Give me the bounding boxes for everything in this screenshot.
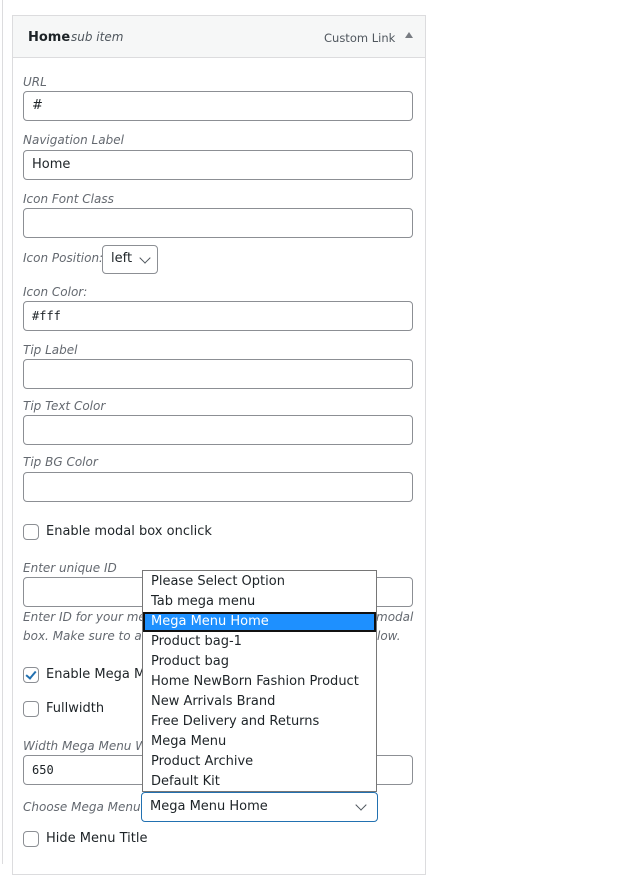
- dropdown-option[interactable]: Tab mega menu: [143, 592, 376, 612]
- tip-bg-color-label: Tip BG Color: [23, 455, 98, 469]
- choose-mega-select[interactable]: Mega Menu Home: [141, 792, 378, 822]
- item-type: Custom Link: [324, 31, 396, 45]
- url-label: URL: [23, 75, 47, 89]
- icon-position-value: left: [111, 251, 133, 266]
- chevron-down-icon: [355, 799, 367, 811]
- choose-mega-value: Mega Menu Home: [150, 799, 268, 814]
- enable-mega-checkbox[interactable]: [23, 667, 39, 683]
- fullwidth-label: Fullwidth: [46, 701, 105, 716]
- hide-title-checkbox[interactable]: [23, 831, 39, 847]
- dropdown-option[interactable]: Product bag: [143, 652, 376, 672]
- icon-font-class-input[interactable]: [23, 208, 413, 238]
- icon-font-class-label: Icon Font Class: [23, 192, 114, 206]
- item-subtitle: sub item: [71, 30, 124, 44]
- help-text: box. Make sure to ad: [23, 629, 150, 643]
- enable-modal-label: Enable modal box onclick: [46, 524, 212, 539]
- nav-label-input[interactable]: Home: [23, 150, 413, 180]
- outer-border: [2, 0, 3, 864]
- tip-text-color-input[interactable]: [23, 415, 413, 445]
- dropdown-option[interactable]: Product Archive: [143, 752, 376, 772]
- unique-id-label: Enter unique ID: [23, 561, 117, 575]
- dropdown-option[interactable]: Product bag-1: [143, 632, 376, 652]
- enable-modal-checkbox[interactable]: [23, 524, 39, 540]
- dropdown-option[interactable]: Mega Menu: [143, 732, 376, 752]
- dropdown-option[interactable]: Please Select Option: [143, 572, 376, 592]
- tip-label-input[interactable]: [23, 359, 413, 389]
- dropdown-option[interactable]: New Arrivals Brand: [143, 692, 376, 712]
- tip-label-label: Tip Label: [23, 343, 78, 357]
- menu-item-header[interactable]: Home sub item Custom Link: [13, 16, 425, 58]
- icon-position-label: Icon Position:: [23, 251, 104, 265]
- tip-text-color-label: Tip Text Color: [23, 399, 106, 413]
- chevron-down-icon: [139, 252, 151, 264]
- dropdown-option[interactable]: Default Kit: [143, 772, 376, 792]
- enable-mega-label: Enable Mega Me: [46, 667, 154, 682]
- hide-title-label: Hide Menu Title: [46, 831, 148, 846]
- help-text: Enter ID for your men: [23, 610, 154, 624]
- icon-position-select[interactable]: left: [102, 245, 158, 274]
- width-mega-label: Width Mega Menu W: [23, 739, 148, 753]
- icon-color-input[interactable]: #fff: [23, 301, 413, 331]
- fullwidth-checkbox[interactable]: [23, 701, 39, 717]
- nav-label-label: Navigation Label: [23, 133, 124, 147]
- mega-menu-dropdown-list[interactable]: Please Select Option Tab mega menu Mega Me…: [142, 570, 377, 792]
- icon-color-label: Icon Color:: [23, 285, 88, 299]
- help-text: low.: [377, 629, 401, 643]
- triangle-up-icon[interactable]: [405, 32, 413, 38]
- choose-mega-label: Choose Mega Menu:: [23, 800, 145, 814]
- dropdown-option[interactable]: Free Delivery and Returns: [143, 712, 376, 732]
- url-input[interactable]: #: [23, 91, 413, 121]
- dropdown-option[interactable]: Mega Menu Home: [143, 612, 376, 632]
- help-text: modal: [376, 610, 414, 624]
- dropdown-option[interactable]: Home NewBorn Fashion Product: [143, 672, 376, 692]
- checkmark-icon: [25, 668, 37, 680]
- item-title: Home: [28, 30, 71, 45]
- tip-bg-color-input[interactable]: [23, 472, 413, 502]
